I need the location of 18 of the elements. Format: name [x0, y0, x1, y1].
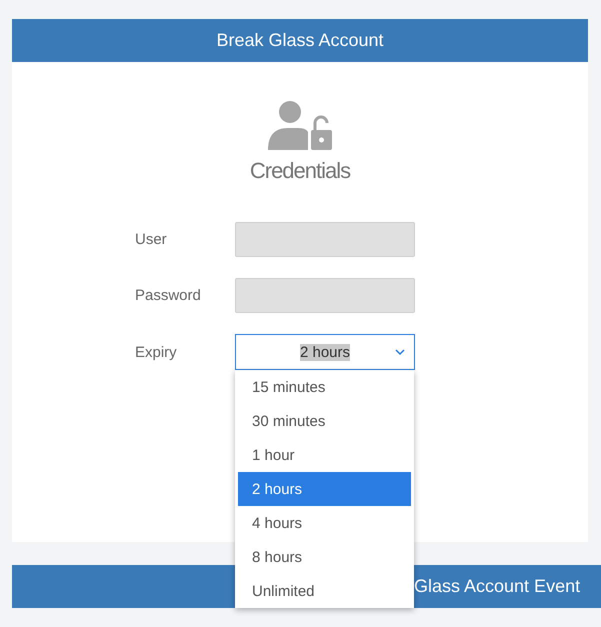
dropdown-option[interactable]: 1 hour — [238, 438, 411, 472]
dropdown-option[interactable]: 4 hours — [238, 506, 411, 540]
input-field[interactable] — [235, 222, 415, 257]
section-header-title: Glass Account Event — [414, 576, 580, 597]
field-label: Expiry — [135, 344, 178, 360]
field-label: Password — [135, 287, 202, 304]
expiry-select[interactable]: 2 hours — [235, 334, 415, 370]
field-label: User — [135, 231, 168, 248]
user-unlock-icon — [268, 100, 332, 152]
dropdown-option[interactable]: Unlimited — [238, 574, 411, 608]
dropdown-option[interactable]: 30 minutes — [238, 404, 411, 438]
dropdown-option[interactable]: 15 minutes — [238, 370, 411, 404]
dropdown-option[interactable]: 8 hours — [238, 540, 411, 574]
chevron-down-icon — [395, 349, 405, 356]
dropdown-option[interactable]: 2 hours — [238, 472, 411, 506]
section-title: Credentials — [250, 158, 350, 184]
header-bar: Break Glass Account — [12, 19, 588, 62]
input-field[interactable] — [235, 278, 415, 313]
